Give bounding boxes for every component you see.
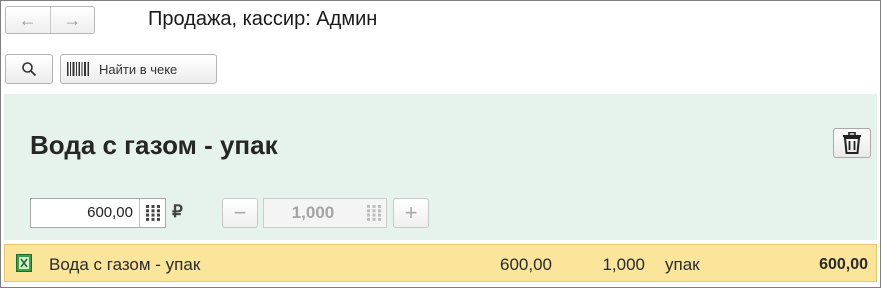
table-row[interactable]: Вода с газом - упак 600,00 1,000 упак 60… bbox=[4, 244, 877, 282]
product-icon bbox=[16, 254, 32, 272]
quantity-input[interactable]: 1,000 bbox=[263, 198, 387, 228]
increase-quantity-button[interactable]: + bbox=[393, 198, 429, 228]
calculator-icon bbox=[367, 205, 381, 221]
row-name: Вода с газом - упак bbox=[49, 255, 201, 274]
current-item-panel: Вода с газом - упак 600,00 ₽ − 1,000 + bbox=[4, 94, 877, 240]
delete-item-button[interactable] bbox=[833, 128, 871, 158]
find-in-receipt-button[interactable]: Найти в чеке bbox=[60, 54, 217, 84]
minus-icon: − bbox=[233, 200, 247, 225]
arrow-left-icon: ← bbox=[18, 9, 37, 30]
window-title: Продажа, кассир: Админ bbox=[148, 8, 378, 30]
row-unit: упак bbox=[665, 255, 700, 274]
quantity-value: 1,000 bbox=[291, 203, 335, 222]
decrease-quantity-button[interactable]: − bbox=[222, 198, 258, 228]
currency-symbol: ₽ bbox=[172, 202, 183, 221]
back-button[interactable]: ← bbox=[6, 7, 50, 33]
barcode-icon bbox=[67, 62, 89, 76]
item-title: Вода с газом - упак bbox=[30, 130, 278, 160]
calculator-icon bbox=[145, 205, 160, 221]
price-input[interactable]: 600,00 bbox=[30, 198, 166, 228]
row-sum: 600,00 bbox=[819, 256, 868, 273]
plus-icon: + bbox=[404, 200, 418, 225]
price-calculator-button[interactable] bbox=[139, 199, 165, 227]
quantity-calculator-button[interactable] bbox=[362, 199, 386, 227]
row-price: 600,00 bbox=[500, 255, 552, 274]
find-in-receipt-label: Найти в чеке bbox=[99, 61, 178, 77]
navigation-buttons: ← → bbox=[5, 6, 95, 34]
arrow-right-icon: → bbox=[63, 9, 82, 30]
forward-button[interactable]: → bbox=[49, 7, 95, 33]
row-quantity: 1,000 bbox=[602, 255, 645, 274]
search-icon bbox=[22, 62, 37, 77]
price-value: 600,00 bbox=[87, 204, 133, 221]
trash-icon bbox=[843, 132, 861, 154]
search-button[interactable] bbox=[5, 54, 53, 84]
